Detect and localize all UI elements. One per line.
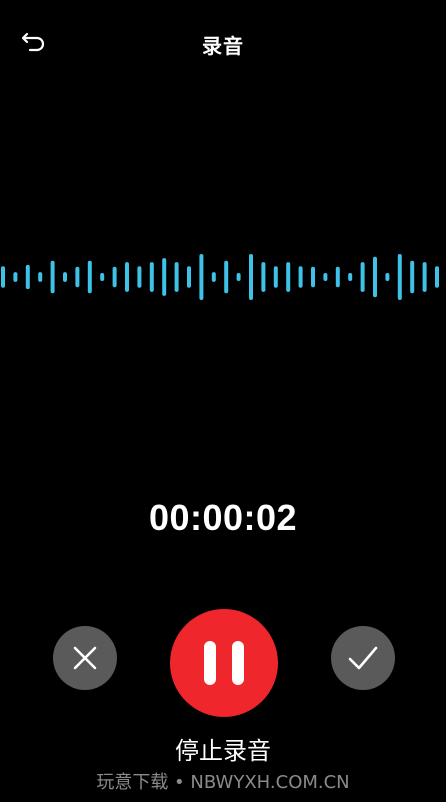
waveform-bar bbox=[211, 272, 216, 282]
cancel-button[interactable] bbox=[53, 626, 117, 690]
waveform-bar bbox=[410, 260, 415, 294]
waveform-bar bbox=[100, 272, 105, 282]
waveform-bar bbox=[199, 254, 204, 300]
close-icon bbox=[73, 646, 97, 670]
waveform-bar bbox=[112, 266, 117, 288]
waveform-bar bbox=[422, 262, 427, 292]
waveform-bar bbox=[149, 262, 154, 292]
waveform-bar bbox=[50, 260, 55, 294]
waveform-bar bbox=[249, 254, 253, 300]
waveform-bar bbox=[187, 266, 191, 288]
header-bar: 录音 bbox=[0, 0, 446, 84]
waveform-bar bbox=[63, 272, 67, 282]
waveform-bar bbox=[373, 256, 377, 298]
waveform-bar bbox=[224, 260, 229, 294]
confirm-button[interactable] bbox=[331, 626, 395, 690]
waveform-bar bbox=[125, 262, 129, 292]
watermark-text: 玩意下载 • NBWYXH.COM.CN bbox=[96, 772, 350, 793]
waveform-bar bbox=[75, 266, 80, 288]
waveform-bar bbox=[273, 266, 278, 288]
page-title: 录音 bbox=[202, 34, 244, 58]
pause-recording-button[interactable] bbox=[170, 609, 278, 717]
waveform-bar bbox=[286, 262, 291, 292]
check-icon bbox=[348, 646, 378, 670]
waveform-bar bbox=[311, 266, 315, 288]
waveform-bar bbox=[162, 258, 167, 296]
waveform-bar bbox=[335, 266, 340, 288]
stop-recording-label: 停止录音 bbox=[175, 737, 271, 765]
waveform-bar bbox=[298, 266, 303, 288]
waveform-bar bbox=[348, 272, 353, 282]
waveform-bar bbox=[1, 266, 5, 288]
waveform-bar bbox=[323, 272, 328, 282]
waveform-bar bbox=[360, 262, 365, 292]
waveform-bar bbox=[435, 266, 439, 288]
waveform-bar bbox=[87, 260, 92, 294]
pause-icon bbox=[204, 641, 244, 685]
waveform-bar bbox=[137, 266, 142, 288]
waveform-bar bbox=[236, 272, 241, 282]
waveform-bar bbox=[174, 262, 179, 292]
recording-timer: 00:00:02 bbox=[148, 497, 298, 538]
waveform-bar bbox=[13, 272, 18, 282]
waveform-graphic bbox=[1, 254, 439, 300]
waveform-bar bbox=[385, 272, 390, 282]
audio-waveform bbox=[0, 250, 446, 304]
waveform-bar bbox=[38, 272, 43, 282]
waveform-bar bbox=[261, 262, 266, 292]
waveform-bar bbox=[25, 264, 30, 290]
waveform-bar bbox=[397, 254, 402, 300]
